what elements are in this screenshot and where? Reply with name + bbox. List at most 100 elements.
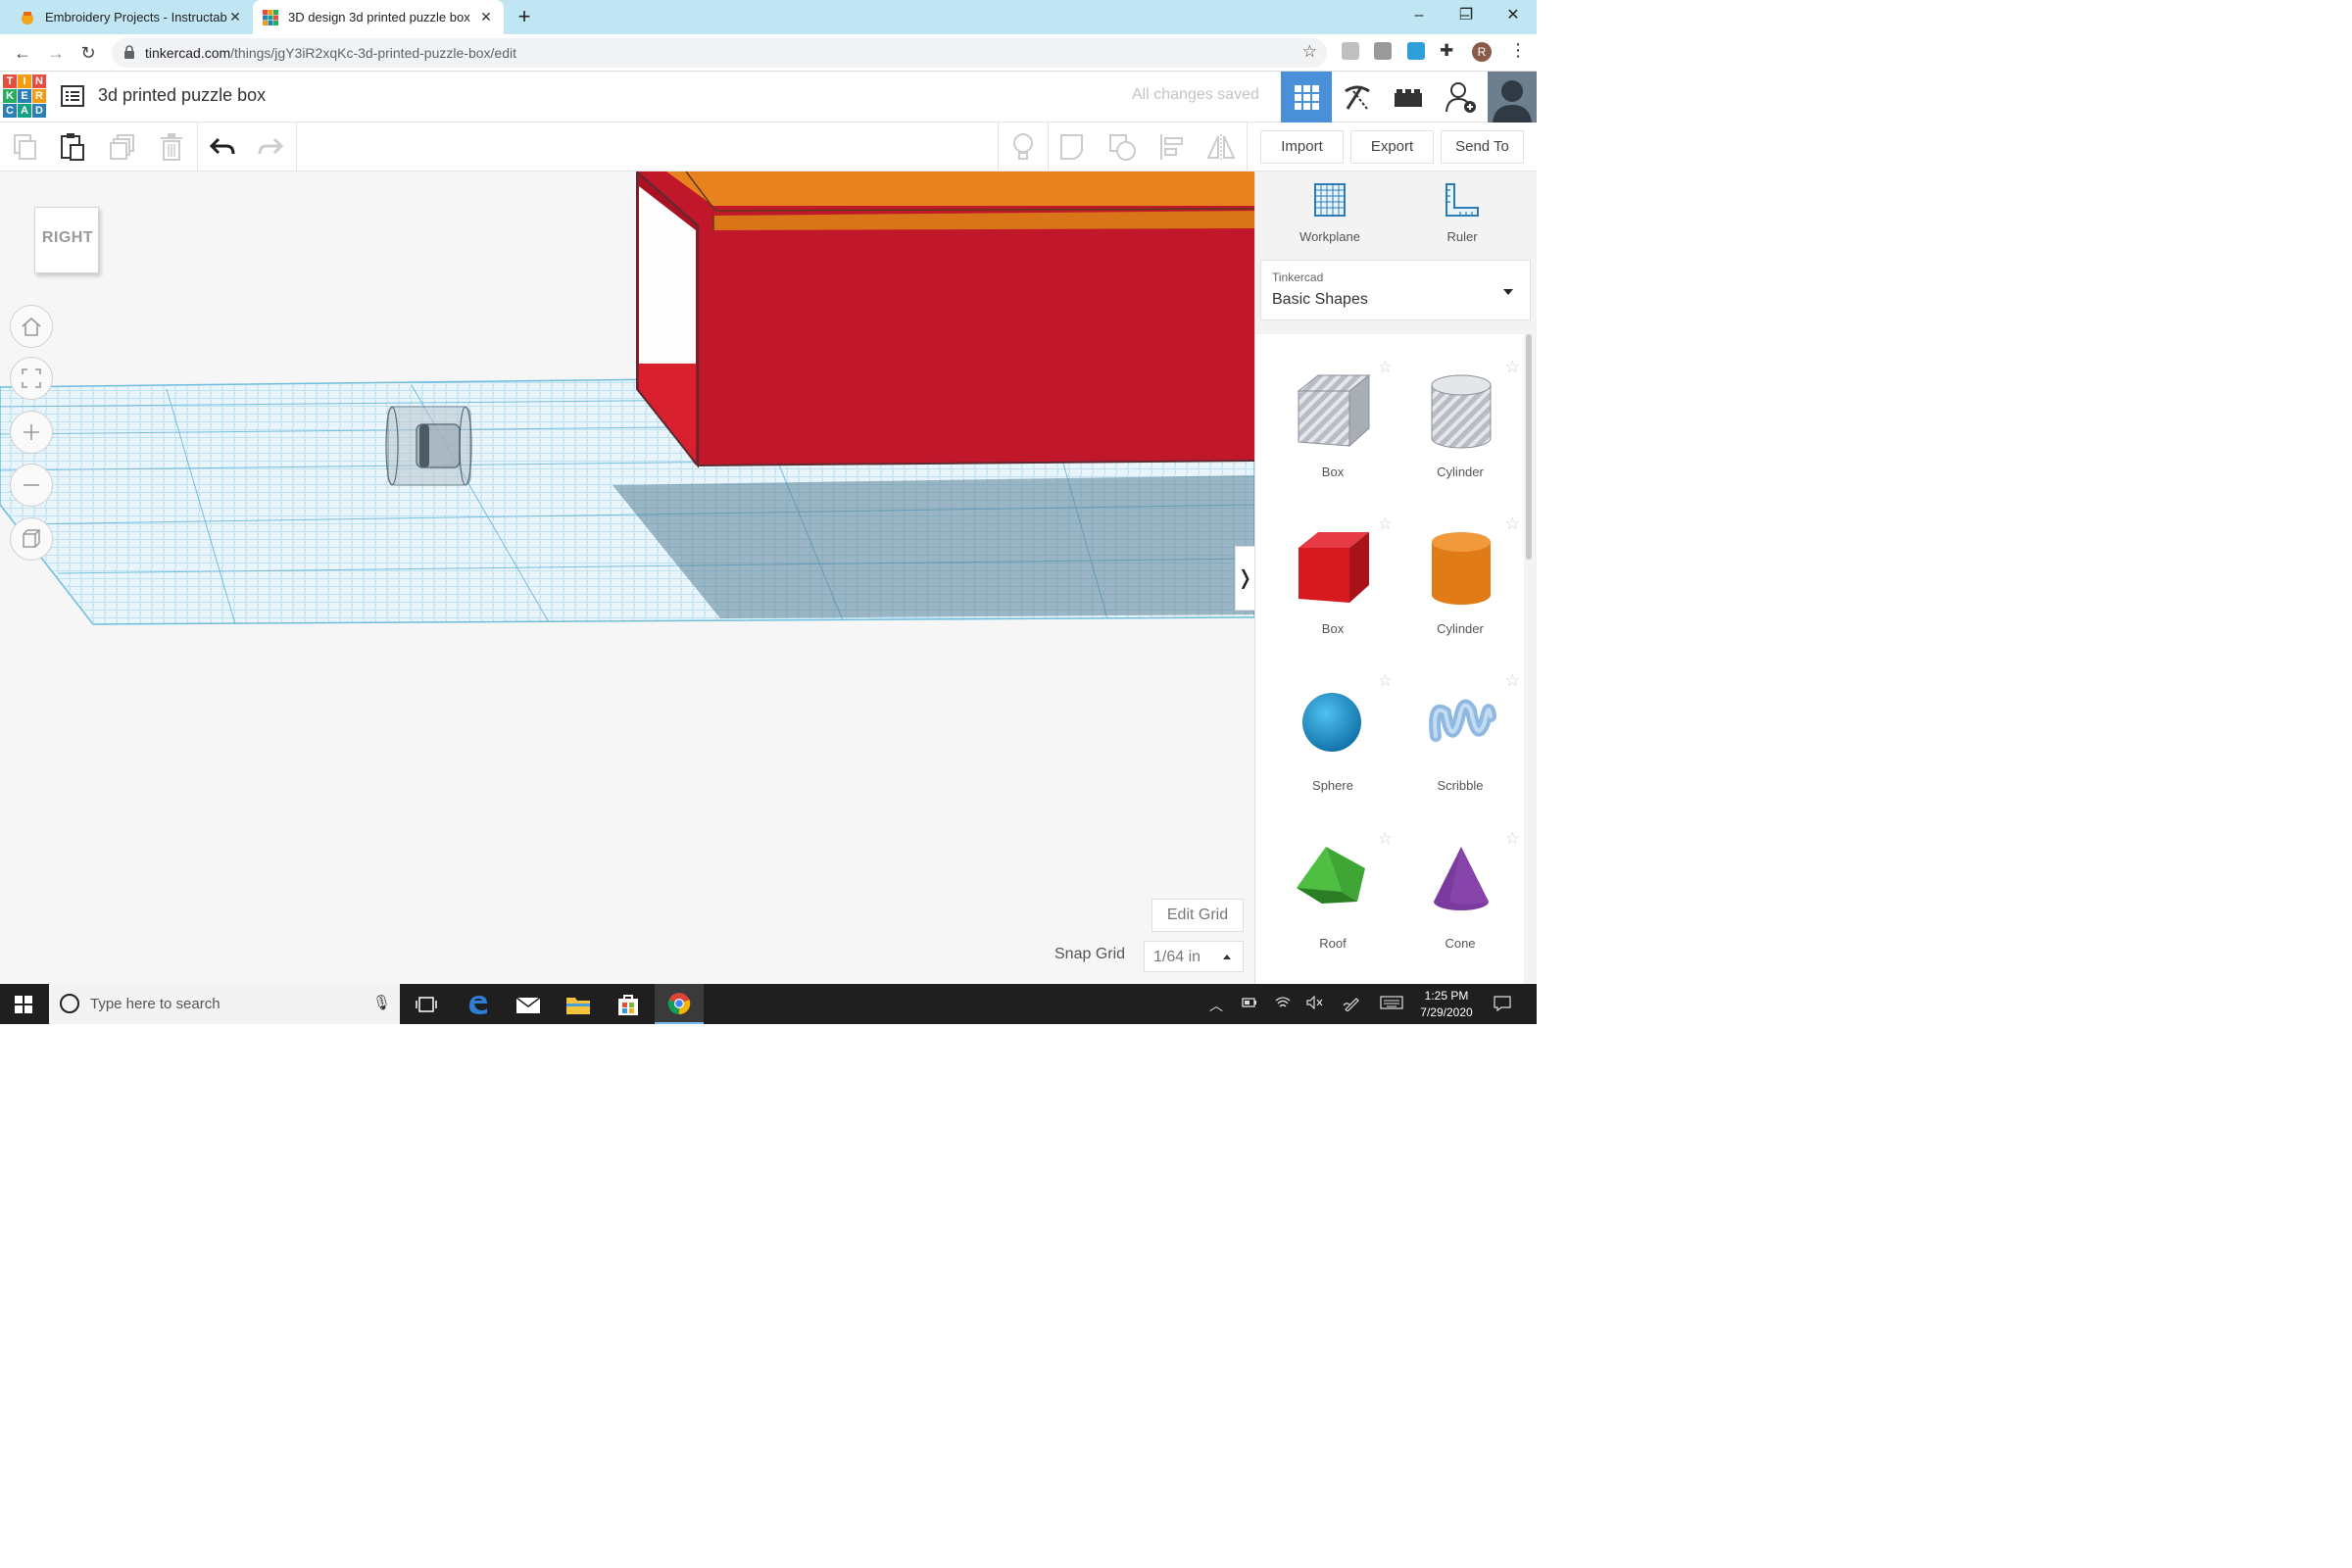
show-hidden-icons-icon[interactable]: ︿ bbox=[1209, 996, 1223, 1015]
new-tab-button[interactable]: + bbox=[512, 4, 537, 29]
align-button[interactable] bbox=[1155, 130, 1189, 164]
file-explorer-icon[interactable] bbox=[554, 984, 603, 1024]
workplane-tool[interactable]: Workplane bbox=[1271, 181, 1389, 244]
minimize-window-icon[interactable]: – bbox=[1396, 0, 1442, 31]
shape-box[interactable]: Box ☆ bbox=[1269, 503, 1396, 660]
action-center-icon[interactable] bbox=[1494, 996, 1511, 1014]
export-button[interactable]: Export bbox=[1350, 130, 1434, 164]
design-list-icon[interactable] bbox=[61, 85, 84, 107]
extension-icon[interactable] bbox=[1407, 42, 1425, 60]
edit-grid-button[interactable]: Edit Grid bbox=[1152, 899, 1244, 932]
trash-icon bbox=[161, 133, 182, 161]
workplane-label: Workplane bbox=[1299, 229, 1360, 244]
favorite-star-icon[interactable]: ☆ bbox=[1378, 671, 1393, 691]
design-title[interactable]: 3d printed puzzle box bbox=[98, 85, 266, 106]
undo-button[interactable] bbox=[206, 130, 239, 164]
import-button[interactable]: Import bbox=[1260, 130, 1344, 164]
address-bar[interactable]: tinkercad.com/things/jgY3iR2xqKc-3d-prin… bbox=[112, 38, 1327, 68]
view-cube-face-label: RIGHT bbox=[41, 229, 94, 246]
group-button[interactable] bbox=[1056, 130, 1090, 164]
extension-icon[interactable] bbox=[1374, 42, 1392, 60]
browser-menu-icon[interactable]: ⋮ bbox=[1509, 40, 1527, 61]
redo-arrow-icon bbox=[258, 137, 284, 155]
tinkercad-logo[interactable]: T I N K E R C A D bbox=[3, 74, 46, 119]
tab-close-icon[interactable]: ✕ bbox=[227, 9, 243, 25]
user-avatar[interactable] bbox=[1488, 72, 1537, 122]
tab-close-icon[interactable]: ✕ bbox=[478, 9, 494, 25]
pen-workspace-icon[interactable] bbox=[1343, 996, 1360, 1014]
favorite-star-icon[interactable]: ☆ bbox=[1505, 829, 1520, 849]
red-box-object[interactable] bbox=[636, 172, 1254, 468]
wifi-icon[interactable] bbox=[1275, 996, 1291, 1012]
3d-design-view-button[interactable] bbox=[1281, 72, 1332, 122]
delete-button[interactable] bbox=[155, 130, 188, 164]
notes-button[interactable] bbox=[1006, 130, 1040, 164]
forward-arrow-icon[interactable]: → bbox=[43, 40, 69, 66]
microphone-icon[interactable]: 🎙 bbox=[372, 994, 391, 1011]
home-view-button[interactable] bbox=[10, 305, 53, 348]
favorite-star-icon[interactable]: ☆ bbox=[1378, 829, 1393, 849]
shapes-scrollbar[interactable] bbox=[1526, 334, 1532, 560]
view-cube[interactable]: RIGHT bbox=[34, 207, 99, 273]
browser-tab-instructables[interactable]: Embroidery Projects - Instructabl ✕ bbox=[10, 0, 253, 34]
task-view-icon[interactable] bbox=[402, 984, 451, 1024]
copy-button[interactable] bbox=[8, 130, 41, 164]
chrome-icon[interactable] bbox=[655, 984, 704, 1024]
projection-button[interactable] bbox=[10, 517, 53, 561]
windows-taskbar: Type here to search 🎙 ︿ 1:25 PM 7/29/202… bbox=[0, 984, 1537, 1024]
snap-grid-select[interactable]: 1/64 in bbox=[1144, 941, 1244, 972]
store-icon[interactable] bbox=[604, 984, 653, 1024]
bricks-view-button[interactable] bbox=[1383, 72, 1434, 122]
favorite-star-icon[interactable]: ☆ bbox=[1505, 671, 1520, 691]
system-clock[interactable]: 1:25 PM 7/29/2020 bbox=[1407, 988, 1486, 1021]
transparent-cylinder-object[interactable] bbox=[385, 406, 472, 486]
shape-box-hole[interactable]: Box ☆ bbox=[1269, 346, 1396, 503]
paste-button[interactable] bbox=[56, 130, 89, 164]
shape-cylinder[interactable]: Cylinder ☆ bbox=[1396, 503, 1524, 660]
volume-muted-icon[interactable] bbox=[1306, 995, 1324, 1012]
invite-user-button[interactable] bbox=[1436, 72, 1487, 122]
ungroup-button[interactable] bbox=[1105, 130, 1139, 164]
favorite-star-icon[interactable]: ☆ bbox=[1378, 514, 1393, 534]
profile-avatar[interactable]: R bbox=[1472, 42, 1492, 62]
puzzle-extensions-icon[interactable]: ✚ bbox=[1440, 41, 1453, 61]
shape-grid: Box ☆ Cylinder ☆ Box ☆ Cylinder ☆ Sphere… bbox=[1255, 334, 1524, 984]
touch-keyboard-icon[interactable] bbox=[1380, 996, 1403, 1012]
send-to-button[interactable]: Send To bbox=[1441, 130, 1524, 164]
ruler-tool[interactable]: Ruler bbox=[1403, 181, 1521, 244]
maximize-window-icon[interactable]: ❐ bbox=[1444, 0, 1489, 31]
ruler-icon bbox=[1446, 183, 1479, 217]
reload-icon[interactable]: ↻ bbox=[75, 40, 101, 66]
duplicate-button[interactable] bbox=[106, 130, 139, 164]
collapse-panel-button[interactable]: ❭ bbox=[1235, 546, 1254, 611]
bookmark-star-icon[interactable]: ☆ bbox=[1302, 42, 1317, 62]
back-arrow-icon[interactable]: ← bbox=[10, 40, 35, 66]
battery-icon[interactable] bbox=[1242, 996, 1257, 1011]
shape-label: Cylinder bbox=[1437, 621, 1484, 636]
favorite-star-icon[interactable]: ☆ bbox=[1505, 358, 1520, 377]
3d-viewport[interactable]: RIGHT ❭ Edit Grid Snap Grid 1/64 in bbox=[0, 172, 1254, 984]
shape-cone[interactable]: Cone ☆ bbox=[1396, 817, 1524, 974]
shape-roof[interactable]: Roof ☆ bbox=[1269, 817, 1396, 974]
start-button[interactable] bbox=[0, 984, 47, 1024]
mirror-button[interactable] bbox=[1204, 130, 1238, 164]
workplane-scene[interactable] bbox=[0, 172, 1254, 984]
zoom-in-button[interactable] bbox=[10, 411, 53, 454]
scribble-icon bbox=[1429, 699, 1496, 742]
shape-library-select[interactable]: Tinkercad Basic Shapes bbox=[1260, 260, 1531, 320]
edge-browser-icon[interactable] bbox=[454, 984, 503, 1024]
blocks-view-button[interactable] bbox=[1332, 72, 1383, 122]
favorite-star-icon[interactable]: ☆ bbox=[1505, 514, 1520, 534]
favorite-star-icon[interactable]: ☆ bbox=[1378, 358, 1393, 377]
taskbar-search[interactable]: Type here to search 🎙 bbox=[49, 984, 400, 1024]
mail-icon[interactable] bbox=[504, 984, 553, 1024]
zoom-out-button[interactable] bbox=[10, 464, 53, 507]
fit-all-button[interactable] bbox=[10, 357, 53, 400]
shape-scribble[interactable]: Scribble ☆ bbox=[1396, 660, 1524, 816]
redo-button[interactable] bbox=[254, 130, 287, 164]
shape-sphere[interactable]: Sphere ☆ bbox=[1269, 660, 1396, 816]
browser-tab-tinkercad[interactable]: 3D design 3d printed puzzle box ✕ bbox=[253, 0, 504, 34]
extension-icon[interactable] bbox=[1342, 42, 1359, 60]
close-window-icon[interactable]: ✕ bbox=[1491, 0, 1536, 31]
shape-cylinder-hole[interactable]: Cylinder ☆ bbox=[1396, 346, 1524, 503]
